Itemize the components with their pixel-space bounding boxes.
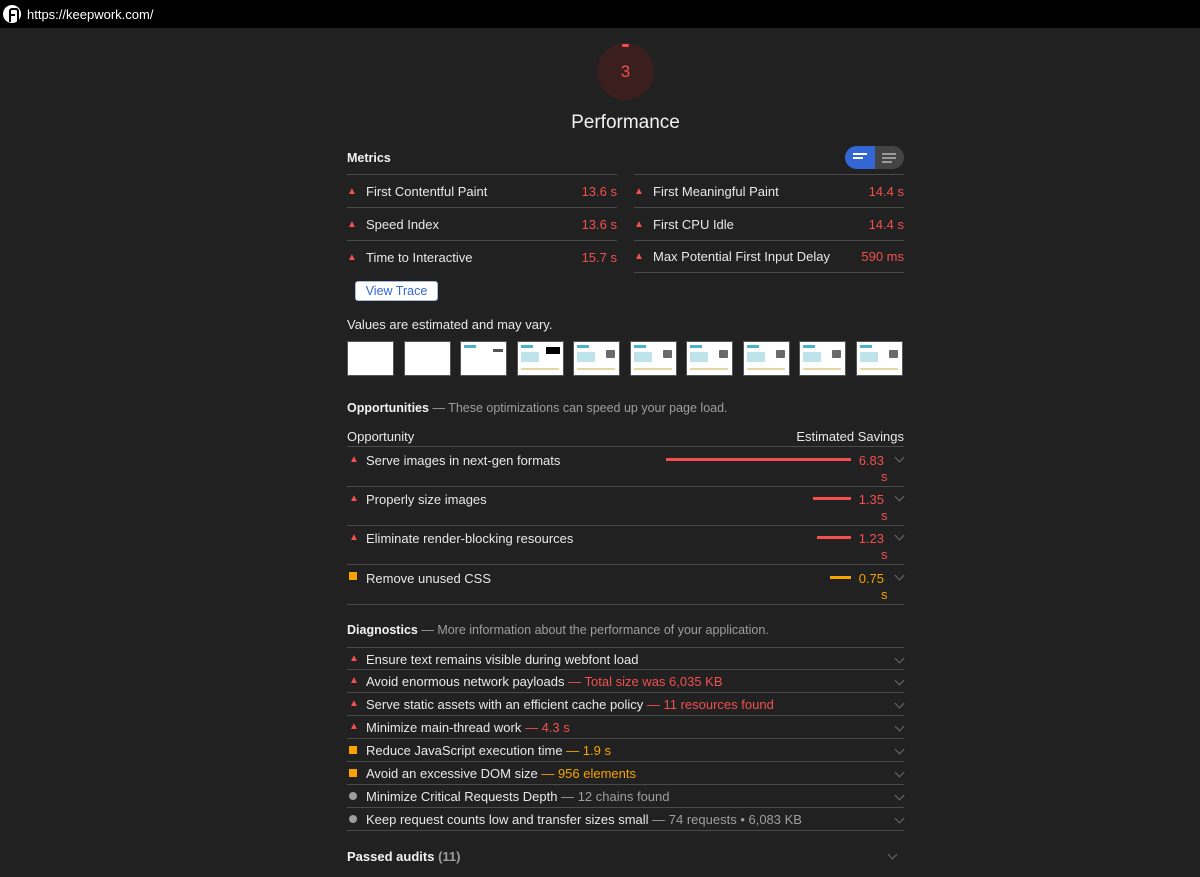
diagnostic-row[interactable]: Keep request counts low and transfer siz… <box>347 808 905 831</box>
info-circle-icon <box>349 792 357 803</box>
estimate-note: Values are estimated and may vary. <box>347 317 553 332</box>
opportunity-row[interactable]: ▲ Serve images in next-gen formats 6.83 … <box>347 448 905 487</box>
browser-address-bar: https://keepwork.com/ <box>0 0 1200 28</box>
expand-chevron-icon[interactable] <box>894 698 905 709</box>
compact-lines-icon <box>853 153 867 161</box>
opportunity-row[interactable]: Remove unused CSS 0.75 s <box>347 565 905 605</box>
diagnostic-row[interactable]: Avoid an excessive DOM size — 956 elemen… <box>347 762 905 785</box>
expand-chevron-icon[interactable] <box>894 767 905 778</box>
fail-triangle-icon: ▲ <box>347 251 357 263</box>
metric-first-contentful-paint: ▲ First Contentful Paint 13.6 s <box>347 174 617 207</box>
filmstrip-frame <box>347 341 394 376</box>
opportunities-heading: Opportunities — These optimizations can … <box>347 401 728 415</box>
expand-chevron-icon[interactable] <box>894 452 905 463</box>
expand-chevron-icon[interactable] <box>894 570 905 581</box>
savings-bar <box>666 458 851 461</box>
diagnostic-row[interactable]: Minimize Critical Requests Depth — 12 ch… <box>347 785 905 808</box>
filmstrip-frame <box>856 341 903 376</box>
diagnostic-row[interactable]: ▲ Ensure text remains visible during web… <box>347 647 905 670</box>
fail-triangle-icon: ▲ <box>347 185 357 197</box>
metric-max-potential-fid: ▲ Max Potential First Input Delay 590 ms <box>634 240 904 273</box>
filmstrip-frame <box>517 341 564 376</box>
diagnostics-heading: Diagnostics — More information about the… <box>347 623 769 637</box>
expand-chevron-icon[interactable] <box>894 721 905 732</box>
diagnostic-row[interactable]: ▲ Minimize main-thread work — 4.3 s <box>347 716 905 739</box>
metrics-heading: Metrics <box>347 151 391 165</box>
score-value: 3 <box>620 62 631 81</box>
fail-triangle-icon: ▲ <box>634 218 644 230</box>
filmstrip-frame <box>799 341 846 376</box>
filmstrip-frame <box>573 341 620 376</box>
url-text[interactable]: https://keepwork.com/ <box>27 7 153 22</box>
expand-chevron-icon[interactable] <box>894 813 905 824</box>
metric-first-meaningful-paint: ▲ First Meaningful Paint 14.4 s <box>634 174 904 207</box>
view-trace-button[interactable]: View Trace <box>355 281 438 301</box>
savings-bar <box>817 536 851 539</box>
passed-audits-toggle[interactable]: Passed audits (11) <box>347 849 460 864</box>
opportunity-row[interactable]: ▲ Properly size images 1.35 s <box>347 487 905 526</box>
metric-first-cpu-idle: ▲ First CPU Idle 14.4 s <box>634 207 904 240</box>
fail-triangle-icon: ▲ <box>634 185 644 197</box>
fail-triangle-icon: ▲ <box>634 251 644 262</box>
fail-triangle-icon: ▲ <box>349 721 359 732</box>
expand-chevron-icon[interactable] <box>894 790 905 801</box>
savings-bar <box>830 576 851 579</box>
filmstrip-frame <box>743 341 790 376</box>
fail-triangle-icon: ▲ <box>347 218 357 230</box>
average-square-icon <box>349 769 357 780</box>
expand-chevron-icon[interactable] <box>894 675 905 686</box>
average-square-icon <box>349 746 357 757</box>
info-circle-icon <box>349 815 357 826</box>
toggle-compact-option[interactable] <box>845 146 875 169</box>
expand-chevron-icon[interactable] <box>894 491 905 502</box>
opportunity-row[interactable]: ▲ Eliminate render-blocking resources 1.… <box>347 526 905 565</box>
metric-time-to-interactive: ▲ Time to Interactive 15.7 s <box>347 240 617 273</box>
diagnostic-row[interactable]: Reduce JavaScript execution time — 1.9 s <box>347 739 905 762</box>
fail-triangle-icon: ▲ <box>349 675 359 686</box>
filmstrip-frame <box>460 341 507 376</box>
site-logo-icon <box>3 5 21 23</box>
opportunity-column-label: Opportunity <box>347 429 415 444</box>
category-title: Performance <box>571 112 680 133</box>
fail-triangle-icon: ▲ <box>349 653 359 664</box>
expand-chevron-icon[interactable] <box>887 849 898 860</box>
opportunities-column-header: Opportunity Estimated Savings <box>347 429 904 447</box>
expand-chevron-icon[interactable] <box>894 530 905 541</box>
filmstrip-frame <box>630 341 677 376</box>
expand-chevron-icon[interactable] <box>894 744 905 755</box>
expand-chevron-icon[interactable] <box>894 653 905 664</box>
fail-triangle-icon: ▲ <box>349 698 359 709</box>
diagnostic-row[interactable]: ▲ Serve static assets with an efficient … <box>347 693 905 716</box>
performance-score-gauge: 3 <box>597 43 654 100</box>
filmstrip-frame <box>404 341 451 376</box>
savings-column-label: Estimated Savings <box>796 429 904 444</box>
diagnostic-row[interactable]: ▲ Avoid enormous network payloads — Tota… <box>347 670 905 693</box>
savings-bar <box>813 497 851 500</box>
expanded-lines-icon[interactable] <box>882 153 896 165</box>
filmstrip-frame <box>686 341 733 376</box>
metric-speed-index: ▲ Speed Index 13.6 s <box>347 207 617 240</box>
metrics-view-toggle[interactable] <box>845 146 904 169</box>
